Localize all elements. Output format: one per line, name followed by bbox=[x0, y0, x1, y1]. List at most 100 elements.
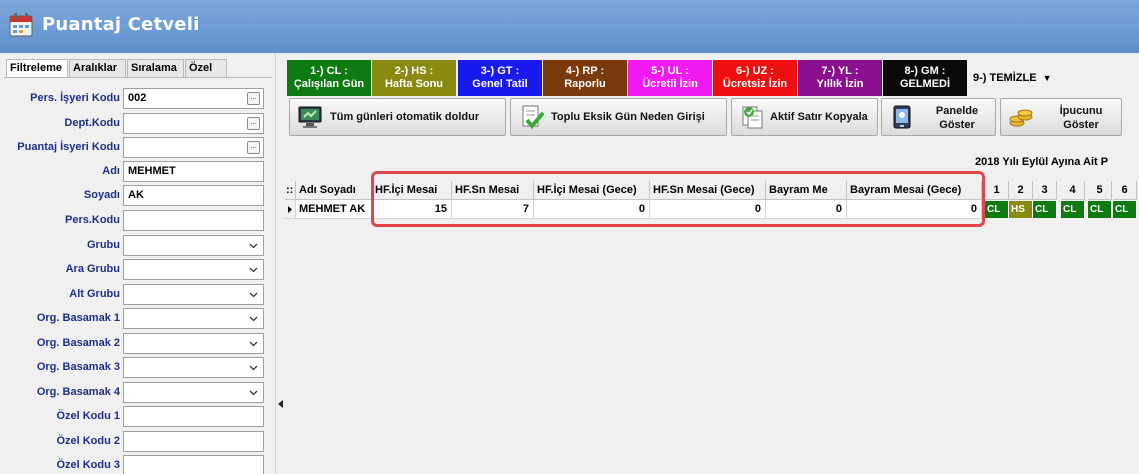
chevron-down-icon[interactable] bbox=[249, 314, 258, 323]
filter-dropdown[interactable] bbox=[123, 382, 264, 403]
filter-label: Grubu bbox=[87, 239, 120, 251]
day-status-cell[interactable]: CL bbox=[1088, 201, 1112, 218]
legend-item[interactable]: 8-) GM : GELMEDİ bbox=[883, 60, 967, 96]
chevron-down-icon[interactable] bbox=[249, 290, 258, 299]
filter-input[interactable] bbox=[123, 455, 264, 474]
day-header[interactable]: 6 bbox=[1113, 181, 1137, 200]
filter-dropdown[interactable] bbox=[123, 259, 264, 280]
filter-row: Org. Basamak 3 bbox=[0, 357, 275, 379]
chevron-down-icon[interactable] bbox=[249, 339, 258, 348]
phone-panel-icon bbox=[893, 105, 911, 129]
tab-filtreleme[interactable]: Filtreleme bbox=[6, 59, 68, 78]
title-bar: Puantaj Cetveli bbox=[0, 0, 1139, 53]
period-title: 2018 Yılı Eylül Ayına Ait P bbox=[975, 156, 1109, 168]
filter-label: Alt Grubu bbox=[69, 288, 120, 300]
collapse-arrow-icon[interactable] bbox=[278, 400, 283, 408]
tab-ozel[interactable]: Özel bbox=[185, 59, 227, 77]
filter-dropdown[interactable] bbox=[123, 235, 264, 256]
day-status-cell[interactable]: CL bbox=[1113, 201, 1137, 218]
show-tips-line2: Göster bbox=[1063, 119, 1099, 131]
filter-dropdown[interactable] bbox=[123, 284, 264, 305]
filter-row: Org. Basamak 2 bbox=[0, 333, 275, 355]
legend-code: 2-) HS : bbox=[394, 65, 434, 77]
filter-input[interactable]: ... bbox=[123, 137, 264, 158]
legend-description: Yıllık İzin bbox=[816, 78, 864, 90]
day-header[interactable]: 1 bbox=[985, 181, 1009, 200]
filter-dropdown[interactable] bbox=[123, 308, 264, 329]
filter-row: Puantaj İsyeri Kodu... bbox=[0, 137, 275, 159]
filter-value: 002 bbox=[128, 92, 147, 104]
show-tips-line1: İpucunu bbox=[1059, 105, 1103, 117]
legend-item[interactable]: 3-) GT : Genel Tatil bbox=[458, 60, 542, 96]
day-header[interactable]: 5 bbox=[1088, 181, 1112, 200]
show-panel-line1: Panelde bbox=[935, 105, 979, 117]
lookup-ellipsis-icon[interactable]: ... bbox=[247, 92, 260, 105]
day-status-cell[interactable]: CL bbox=[985, 201, 1009, 218]
legend-item[interactable]: 1-) CL : Çalışılan Gün bbox=[287, 60, 371, 96]
filter-value: MEHMET bbox=[128, 165, 176, 177]
legend-description: Çalışılan Gün bbox=[293, 78, 365, 90]
legend-item[interactable]: 7-) YL : Yıllık İzin bbox=[798, 60, 882, 96]
copy-active-row-button[interactable]: Aktif Satır Kopyala bbox=[731, 98, 878, 136]
chevron-down-icon[interactable] bbox=[249, 241, 258, 250]
day-header[interactable]: 3 bbox=[1033, 181, 1057, 200]
legend-code: 6-) UZ : bbox=[736, 65, 774, 77]
filter-dropdown[interactable] bbox=[123, 333, 264, 354]
filter-row: Grubu bbox=[0, 235, 275, 257]
day-status-cell[interactable]: CL bbox=[1061, 201, 1085, 218]
filter-input[interactable]: AK bbox=[123, 185, 264, 206]
filter-row: Pers.Kodu bbox=[0, 210, 275, 232]
filter-input[interactable] bbox=[123, 210, 264, 231]
filter-input[interactable]: ... bbox=[123, 113, 264, 134]
autofill-button[interactable]: Tüm günleri otomatik doldur bbox=[289, 98, 506, 136]
day-header[interactable]: 2 bbox=[1009, 181, 1033, 200]
day-header[interactable]: 4 bbox=[1061, 181, 1085, 200]
legend-description: Ücretli İzin bbox=[642, 78, 698, 90]
filter-input[interactable]: MEHMET bbox=[123, 161, 264, 182]
legend-code: 1-) CL : bbox=[310, 65, 348, 77]
lookup-ellipsis-icon[interactable]: ... bbox=[247, 141, 260, 154]
filter-label: Org. Basamak 3 bbox=[36, 361, 120, 373]
filter-row: Özel Kodu 2 bbox=[0, 431, 275, 453]
filter-row: Ara Grubu bbox=[0, 259, 275, 281]
caret-down-icon: ▼ bbox=[1042, 73, 1052, 83]
chevron-down-icon[interactable] bbox=[249, 265, 258, 274]
tab-araliklar[interactable]: Aralıklar bbox=[69, 59, 126, 77]
filter-row: Özel Kodu 3 bbox=[0, 455, 275, 474]
filter-label: Pers.Kodu bbox=[64, 214, 120, 226]
copy-row-label: Aktif Satır Kopyala bbox=[770, 111, 868, 123]
tab-siralama[interactable]: Sıralama bbox=[127, 59, 184, 77]
chevron-down-icon[interactable] bbox=[249, 388, 258, 397]
filter-row: Soyadı AK bbox=[0, 185, 275, 207]
legend-item[interactable]: 4-) RP : Raporlu bbox=[543, 60, 627, 96]
day-status-cell[interactable]: HS bbox=[1009, 201, 1033, 218]
legend-code: 5-) UL : bbox=[651, 65, 689, 77]
col-header-name[interactable]: Adı Soyadı bbox=[296, 181, 372, 200]
panel-splitter[interactable] bbox=[275, 53, 285, 474]
checklist-icon bbox=[522, 105, 544, 130]
filter-input[interactable]: 002... bbox=[123, 88, 264, 109]
cell-name[interactable]: MEHMET AK bbox=[296, 200, 372, 219]
filter-label: Adı bbox=[102, 165, 120, 177]
clear-dropdown[interactable]: 9-) TEMİZLE ▼ bbox=[973, 72, 1051, 84]
filter-label: Dept.Kodu bbox=[64, 117, 120, 129]
filter-input[interactable] bbox=[123, 431, 264, 452]
legend-item[interactable]: 6-) UZ : Ücretsiz İzin bbox=[713, 60, 797, 96]
show-tips-label: İpucunu Göster bbox=[1045, 104, 1117, 132]
filter-label: Özel Kodu 2 bbox=[56, 435, 120, 447]
lookup-ellipsis-icon[interactable]: ... bbox=[247, 117, 260, 130]
filter-row: Adı MEHMET bbox=[0, 161, 275, 183]
filter-label: Pers. İşyeri Kodu bbox=[30, 92, 120, 104]
show-panel-line2: Göster bbox=[939, 119, 975, 131]
day-status-cell[interactable]: CL bbox=[1033, 201, 1057, 218]
show-tips-button[interactable]: İpucunu Göster bbox=[1000, 98, 1122, 136]
chevron-down-icon[interactable] bbox=[249, 363, 258, 372]
legend-item[interactable]: 5-) UL : Ücretli İzin bbox=[628, 60, 712, 96]
bulk-missing-label: Toplu Eksik Gün Neden Girişi bbox=[551, 111, 705, 123]
legend-item[interactable]: 2-) HS : Hafta Sonu bbox=[372, 60, 456, 96]
row-pointer-icon bbox=[288, 206, 292, 213]
show-in-panel-button[interactable]: Panelde Göster bbox=[881, 98, 996, 136]
filter-input[interactable] bbox=[123, 406, 264, 427]
filter-dropdown[interactable] bbox=[123, 357, 264, 378]
bulk-missing-day-button[interactable]: Toplu Eksik Gün Neden Girişi bbox=[510, 98, 727, 136]
